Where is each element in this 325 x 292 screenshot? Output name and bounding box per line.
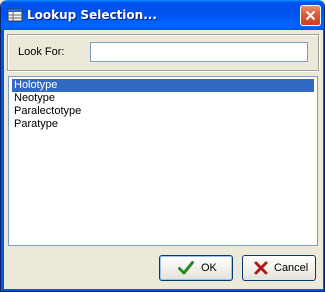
close-button[interactable] [300,5,321,26]
checkmark-icon [178,261,194,275]
window-frame-left [1,30,4,291]
title-bar[interactable]: Lookup Selection... [1,0,324,30]
lookup-listbox[interactable]: Holotype Neotype Paralectotype Paratype [8,76,318,246]
window-title: Lookup Selection... [27,8,157,22]
ok-button-label: OK [201,262,217,274]
x-icon [254,261,268,275]
search-group: Look For: [7,34,319,71]
list-item-paratype[interactable]: Paratype [12,118,314,131]
list-item-neotype[interactable]: Neotype [12,92,314,105]
list-item-paralectotype[interactable]: Paralectotype [12,105,314,118]
look-for-label: Look For: [18,46,65,58]
close-icon [305,10,316,21]
look-for-input[interactable] [90,42,308,62]
database-table-icon [7,8,23,22]
lookup-selection-dialog: Lookup Selection... Look For: Holotype N… [0,0,325,292]
cancel-button[interactable]: Cancel [242,255,316,281]
cancel-button-label: Cancel [274,262,309,274]
ok-button[interactable]: OK [159,255,233,281]
list-item-holotype[interactable]: Holotype [12,79,314,92]
